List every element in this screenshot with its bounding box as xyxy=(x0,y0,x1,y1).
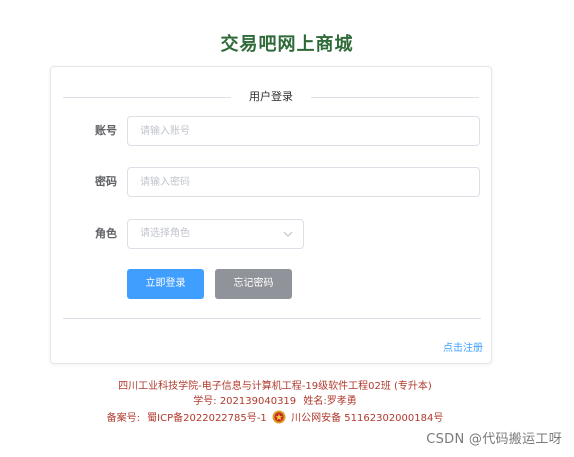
account-label: 账号 xyxy=(95,124,117,137)
police-badge-icon xyxy=(272,410,286,424)
filing-label: 备案号: xyxy=(106,413,140,424)
register-link[interactable]: 点击注册 xyxy=(443,339,483,354)
footer-filing: 备案号: 蜀ICP备2022022785号-1 川公网安备 5116230200… xyxy=(0,410,562,426)
role-label: 角色 xyxy=(95,227,117,240)
login-heading-divider: 用户登录 xyxy=(63,89,479,105)
login-button[interactable]: 立即登录 xyxy=(127,269,204,299)
footer-school: 四川工业科技学院-电子信息与计算机工程-19级软件工程02班 (专升本) xyxy=(118,381,432,392)
chevron-down-icon xyxy=(283,231,293,237)
student-id-label: 学号: xyxy=(193,396,217,407)
password-label: 密码 xyxy=(95,175,117,188)
divider-line-right xyxy=(311,97,479,98)
role-select[interactable]: 请选择角色 xyxy=(127,219,304,249)
police-filing-link[interactable]: 川公网安备 51162302000184号 xyxy=(291,413,443,424)
forgot-password-button[interactable]: 忘记密码 xyxy=(215,269,292,299)
role-select-placeholder: 请选择角色 xyxy=(140,228,190,239)
password-row: 密码 xyxy=(51,167,493,197)
site-title: 交易吧网上商城 xyxy=(220,34,354,55)
card-bottom-divider xyxy=(63,318,481,319)
csdn-watermark: CSDN @代码搬运工呀 xyxy=(426,432,562,447)
account-row: 账号 xyxy=(51,116,493,146)
login-page: 交易吧网上商城 用户登录 账号 密码 角色 请选择角色 立即登录 忘记密码 xyxy=(0,0,574,457)
account-input[interactable] xyxy=(127,116,480,146)
login-card: 用户登录 账号 密码 角色 请选择角色 立即登录 忘记密码 点击注册 xyxy=(50,66,492,364)
footer-student: 学号: 202139040319 姓名:罗孝勇 xyxy=(0,395,562,409)
student-id: 202139040319 xyxy=(219,396,297,407)
password-input[interactable] xyxy=(127,167,480,197)
role-row: 角色 请选择角色 xyxy=(51,219,493,249)
student-name-label: 姓名: xyxy=(303,396,327,407)
student-name: 罗孝勇 xyxy=(326,396,357,407)
icp-link[interactable]: 蜀ICP备2022022785号-1 xyxy=(147,413,267,424)
